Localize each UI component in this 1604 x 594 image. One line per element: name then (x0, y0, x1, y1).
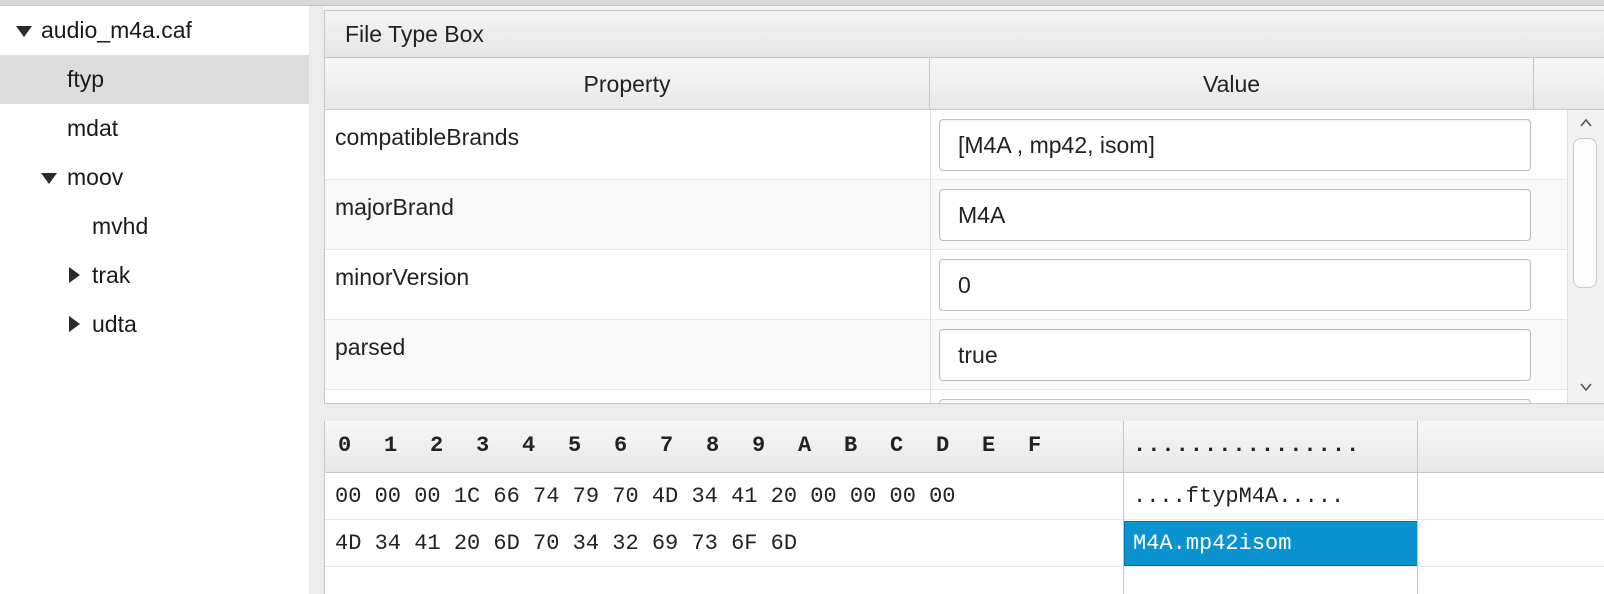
hex-column-label: 4 (522, 433, 536, 458)
value-field[interactable]: [M4A , mp42, isom] (939, 119, 1531, 171)
tree-item-label: audio_m4a.caf (41, 17, 192, 43)
ascii-selection[interactable]: M4A.mp42isom (1124, 521, 1418, 566)
property-name: compatibleBrands (335, 124, 520, 150)
property-name: parsed (335, 334, 406, 360)
table-row[interactable]: parsed true (325, 320, 1567, 390)
hex-bytes[interactable]: 00 00 00 1C 66 74 79 70 4D 34 41 20 00 0… (335, 484, 956, 509)
horizontal-splitter[interactable] (324, 403, 1604, 421)
vertical-splitter[interactable] (309, 6, 324, 594)
ascii-column-header: ................ (1133, 433, 1361, 458)
hex-column-label: 8 (706, 433, 720, 458)
hex-row[interactable]: 4D 34 41 20 6D 70 34 32 69 73 6F 6D M4A.… (325, 520, 1604, 567)
tree-item-udta[interactable]: udta (0, 300, 309, 349)
scroll-down-icon[interactable] (1579, 380, 1593, 394)
tree-item-root[interactable]: audio_m4a.caf (0, 6, 309, 55)
value-text: true (958, 342, 998, 368)
hex-column-label: 3 (476, 433, 490, 458)
property-table[interactable]: Property Value compatibleBrands [M4A , m… (324, 58, 1604, 403)
ascii-column-divider (1417, 421, 1418, 594)
property-name: minorVersion (335, 264, 470, 290)
table-header: Property Value (325, 58, 1604, 110)
hex-column-label: F (1028, 433, 1042, 458)
column-header-filler (1534, 58, 1604, 110)
tree-item-trak[interactable]: trak (0, 251, 309, 300)
hex-column-label: 7 (660, 433, 674, 458)
ascii-text[interactable]: ....ftypM4A..... (1133, 484, 1344, 509)
hex-column-label: B (844, 433, 858, 458)
hex-column-label: 9 (752, 433, 766, 458)
hex-viewer[interactable]: 0 1 2 3 4 5 6 7 8 9 A B C D E F ........… (324, 421, 1604, 594)
section-header: File Type Box (324, 10, 1604, 58)
tree-item-mvhd[interactable]: mvhd (0, 202, 309, 251)
hex-column-label: E (982, 433, 996, 458)
table-row[interactable]: majorBrand M4A (325, 180, 1567, 250)
property-name: majorBrand (335, 194, 454, 220)
value-field[interactable]: M4A (939, 189, 1531, 241)
expand-arrow-icon[interactable] (41, 173, 57, 184)
tree-item-mdat[interactable]: mdat (0, 104, 309, 153)
value-field[interactable]: 0 (939, 259, 1531, 311)
tree-item-ftyp[interactable]: ftyp (0, 55, 309, 104)
value-text: 0 (958, 272, 971, 298)
expand-arrow-icon[interactable] (16, 26, 32, 37)
box-tree[interactable]: audio_m4a.caf ftyp mdat moov mvhd trak u… (0, 6, 310, 594)
ascii-text: M4A.mp42isom (1133, 531, 1292, 556)
hex-bytes[interactable]: 4D 34 41 20 6D 70 34 32 69 73 6F 6D (335, 531, 797, 556)
section-title: File Type Box (345, 21, 484, 47)
tree-item-moov[interactable]: moov (0, 153, 309, 202)
collapse-arrow-icon[interactable] (69, 267, 80, 283)
tree-item-label: mdat (67, 115, 119, 141)
table-row[interactable]: compatibleBrands [M4A , mp42, isom] (325, 110, 1567, 180)
column-header-property[interactable]: Property (325, 58, 930, 110)
value-text: M4A (958, 202, 1006, 228)
hex-column-label: D (936, 433, 950, 458)
table-scrollbar[interactable] (1567, 110, 1604, 403)
collapse-arrow-icon[interactable] (69, 316, 80, 332)
table-row[interactable]: minorVersion 0 (325, 250, 1567, 320)
scroll-thumb[interactable] (1573, 138, 1597, 288)
table-row-partial[interactable] (325, 390, 1567, 403)
hex-row[interactable]: 00 00 00 1C 66 74 79 70 4D 34 41 20 00 0… (325, 473, 1604, 520)
hex-header: 0 1 2 3 4 5 6 7 8 9 A B C D E F ........… (325, 421, 1604, 473)
hex-column-label: C (890, 433, 904, 458)
scroll-up-icon[interactable] (1579, 116, 1593, 130)
hex-column-label: 2 (430, 433, 444, 458)
tree-item-label: mvhd (92, 213, 149, 239)
hex-column-label: 0 (338, 433, 352, 458)
hex-column-label: 6 (614, 433, 628, 458)
hex-column-label: 1 (384, 433, 398, 458)
tree-item-label: trak (92, 262, 131, 288)
hex-column-label: A (798, 433, 812, 458)
hex-column-divider (1123, 421, 1124, 594)
value-text: [M4A , mp42, isom] (958, 132, 1155, 158)
value-field[interactable]: true (939, 329, 1531, 381)
hex-column-label: 5 (568, 433, 582, 458)
tree-item-label: moov (67, 164, 124, 190)
tree-item-label: udta (92, 311, 137, 337)
column-header-value[interactable]: Value (930, 58, 1534, 110)
tree-item-label: ftyp (67, 66, 105, 92)
